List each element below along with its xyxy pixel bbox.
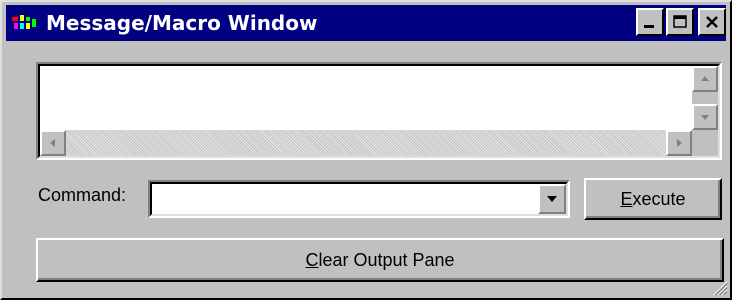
arrow-up-icon bbox=[701, 76, 709, 81]
maximize-icon bbox=[673, 15, 687, 28]
execute-label: xecute bbox=[632, 188, 686, 209]
arrow-right-icon bbox=[677, 139, 682, 147]
arrow-down-icon bbox=[701, 115, 709, 120]
maximize-button[interactable] bbox=[666, 8, 694, 36]
scroll-up-button[interactable] bbox=[692, 66, 718, 92]
scroll-left-button[interactable] bbox=[40, 130, 66, 156]
horizontal-scrollbar[interactable] bbox=[40, 130, 692, 156]
clear-mnemonic: C bbox=[305, 249, 319, 270]
vertical-scrollbar[interactable] bbox=[692, 66, 718, 130]
chevron-down-icon bbox=[547, 196, 557, 202]
scroll-down-button[interactable] bbox=[692, 104, 718, 130]
clear-output-pane-button[interactable]: Clear Output Pane bbox=[36, 238, 724, 282]
output-text bbox=[44, 68, 688, 126]
message-macro-window: Message/Macro Window Command: E xecute C… bbox=[0, 0, 732, 300]
output-pane-frame bbox=[38, 64, 720, 158]
command-combobox[interactable] bbox=[148, 180, 570, 218]
close-button[interactable] bbox=[698, 8, 726, 36]
command-input[interactable] bbox=[154, 186, 534, 212]
arrow-left-icon bbox=[50, 139, 55, 147]
command-dropdown-button[interactable] bbox=[538, 184, 566, 214]
close-icon bbox=[706, 16, 718, 28]
command-label: Command: bbox=[38, 185, 127, 205]
title-bar[interactable]: Message/Macro Window bbox=[6, 5, 726, 41]
output-pane[interactable] bbox=[36, 62, 722, 160]
minimize-icon bbox=[644, 25, 654, 28]
scrollbar-corner bbox=[692, 130, 718, 156]
resize-grip-icon[interactable] bbox=[708, 276, 728, 296]
minimize-button[interactable] bbox=[636, 8, 664, 36]
command-combobox-frame bbox=[150, 182, 568, 216]
clear-label: lear Output Pane bbox=[318, 249, 455, 270]
execute-button[interactable]: Execute bbox=[584, 178, 722, 220]
window-title: Message/Macro Window bbox=[46, 11, 318, 35]
scroll-right-button[interactable] bbox=[666, 130, 692, 156]
execute-mnemonic: E bbox=[620, 188, 633, 209]
title-buttons bbox=[634, 8, 726, 36]
app-icon[interactable] bbox=[10, 11, 40, 35]
